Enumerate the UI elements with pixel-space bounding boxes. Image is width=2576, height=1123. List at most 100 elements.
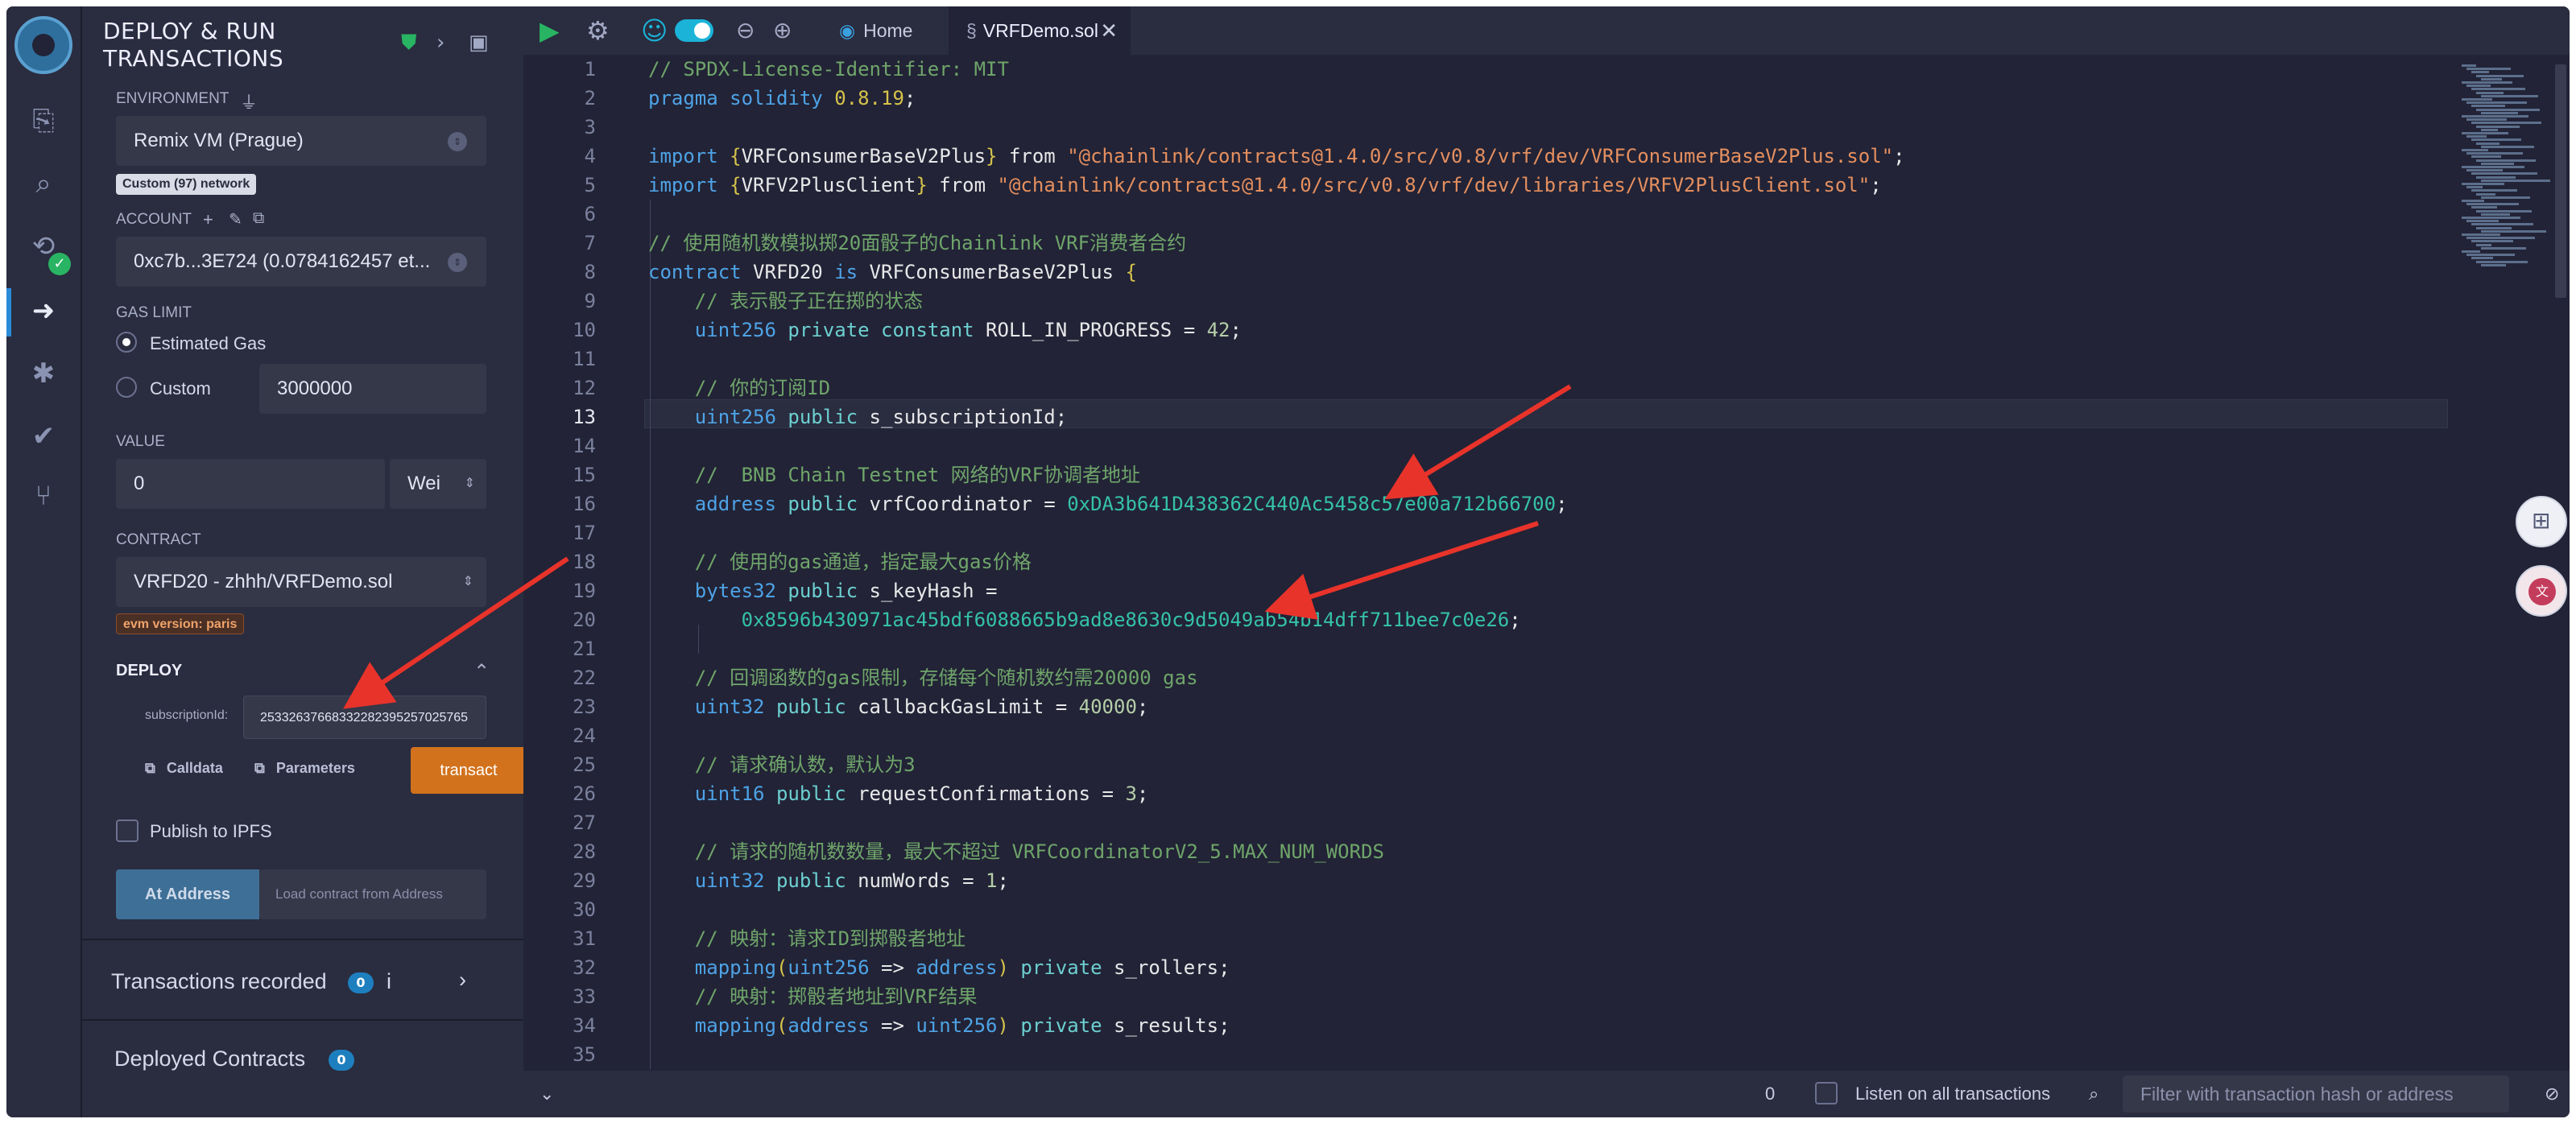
- custom-gas-radio[interactable]: [116, 377, 137, 398]
- code-line: // 请求确认数，默认为3: [694, 753, 916, 776]
- search-icon[interactable]: ⌕: [27, 167, 60, 200]
- transaction-filter-input[interactable]: Filter with transaction hash or address: [2123, 1076, 2509, 1113]
- editor-minimap[interactable]: [2462, 64, 2550, 274]
- deploy-run-icon[interactable]: ➜: [27, 295, 60, 327]
- listen-all-checkbox[interactable]: [1815, 1082, 1838, 1104]
- code-line: // 使用的gas通道，指定最大gas价格: [694, 551, 1032, 573]
- unit-test-icon[interactable]: ✔: [27, 420, 60, 452]
- solidity-file-icon: §: [966, 20, 977, 41]
- deployed-contracts-label[interactable]: Deployed Contracts: [114, 1047, 305, 1071]
- evm-version-tag: evm version: paris: [116, 613, 245, 634]
- minimap-line: [2462, 149, 2488, 151]
- publish-ipfs-label: Publish to IPFS: [150, 821, 272, 841]
- panel-title-line2: TRANSACTIONS: [103, 45, 284, 72]
- chevron-right-icon[interactable]: ›: [436, 31, 444, 55]
- tab-home[interactable]: ◉ Home: [823, 6, 928, 55]
- minimap-line: [2466, 237, 2535, 240]
- minimap-line: [2471, 155, 2501, 159]
- publish-ipfs-checkbox[interactable]: [116, 820, 139, 842]
- minimap-line: [2471, 88, 2525, 91]
- tab-vrfdemo[interactable]: § VRFDemo.sol ✕: [949, 6, 1131, 55]
- edit-account-icon[interactable]: ✎: [229, 209, 242, 229]
- minimap-line: [2481, 263, 2506, 266]
- debugger-icon[interactable]: ✱: [27, 357, 60, 390]
- plug-icon[interactable]: ⏚: [240, 89, 258, 114]
- line-number: 4: [584, 145, 596, 167]
- value-input[interactable]: 0: [116, 459, 385, 509]
- remix-logo-icon[interactable]: [14, 16, 72, 74]
- minimap-line: [2462, 132, 2508, 134]
- environment-select[interactable]: Remix VM (Prague) ⇕: [116, 116, 486, 166]
- line-number: 28: [573, 840, 596, 863]
- code-line: uint32 public numWords = 1;: [694, 869, 1009, 892]
- translate-button[interactable]: 文: [2516, 565, 2567, 617]
- layout-grid-button[interactable]: ⊞: [2516, 496, 2567, 547]
- minimap-line: [2466, 203, 2519, 206]
- section-divider: [82, 1019, 525, 1021]
- copy-icon: ⧉: [145, 760, 155, 776]
- line-number: 3: [584, 116, 596, 138]
- minimap-line: [2466, 135, 2487, 138]
- minimap-line: [2462, 64, 2476, 67]
- code-editor[interactable]: 1 2 3 4 5 6 7 8 9 10 11 12 13 14 15 16 17 18 19 20 21 22 23 24 2…: [523, 55, 2570, 1071]
- panel-title-line1: DEPLOY & RUN: [103, 18, 276, 44]
- ai-robot-icon[interactable]: ☺: [641, 16, 668, 45]
- section-divider: [82, 939, 525, 940]
- contract-select[interactable]: VRFD20 - zhhh/VRFDemo.sol ⇕: [116, 557, 486, 607]
- code-line: // 回调函数的gas限制，存储每个随机数约需20000 gas: [694, 667, 1198, 689]
- network-tag: Custom (97) network: [116, 174, 257, 195]
- close-tab-icon[interactable]: ✕: [1100, 6, 1118, 55]
- expand-terminal-icon[interactable]: ⌄: [540, 1071, 554, 1117]
- minimap-line: [2481, 94, 2538, 97]
- minimap-line: [2481, 111, 2518, 114]
- minimap-line: [2466, 220, 2499, 223]
- line-number: 11: [573, 348, 596, 370]
- line-number: 30: [573, 898, 596, 921]
- estimated-gas-radio[interactable]: [116, 332, 137, 353]
- editor-scrollbar[interactable]: [2555, 64, 2566, 298]
- grid-icon: ⊞: [2532, 507, 2551, 534]
- account-select[interactable]: 0xc7b...3E724 (0.0784162457 et... ⇕: [116, 237, 486, 287]
- load-contract-address-input[interactable]: Load contract from Address: [259, 869, 486, 919]
- zoom-in-icon[interactable]: ⊕: [773, 16, 792, 45]
- code-line: mapping(address => uint256) private s_re…: [694, 1014, 1230, 1037]
- parameters-label: Parameters: [275, 760, 355, 776]
- line-number-gutter: 1 2 3 4 5 6 7 8 9 10 11 12 13 14 15 16 17 18 19 20 21 22 23 24 2…: [523, 55, 612, 1071]
- run-script-icon[interactable]: ▶: [540, 16, 560, 45]
- subscription-id-input[interactable]: 25332637668332282395257025765: [243, 696, 486, 739]
- gas-limit-input[interactable]: 3000000: [259, 364, 486, 414]
- git-icon[interactable]: ⑂: [27, 480, 60, 512]
- transact-button[interactable]: transact: [411, 747, 527, 794]
- transactions-recorded-label[interactable]: Transactions recorded: [111, 969, 327, 994]
- copy-account-icon[interactable]: ⧉: [253, 209, 264, 228]
- code-line: uint16 public requestConfirmations = 3;: [694, 782, 1149, 805]
- line-number: 14: [573, 435, 596, 457]
- minimap-line: [2476, 209, 2532, 213]
- at-address-button[interactable]: At Address: [116, 869, 259, 919]
- line-number: 2: [584, 87, 596, 109]
- minimap-line: [2462, 98, 2492, 101]
- value-unit-select[interactable]: Wei ⇕: [390, 459, 486, 509]
- minimap-line: [2466, 254, 2515, 257]
- code-line: // 使用随机数模拟掷20面骰子的Chainlink VRF消费者合约: [648, 232, 1187, 254]
- minimap-line: [2462, 250, 2480, 253]
- file-explorer-icon[interactable]: ⎘: [27, 105, 60, 137]
- code-line: // SPDX-License-Identifier: MIT: [648, 58, 1009, 81]
- chevron-right-icon[interactable]: ›: [459, 968, 466, 993]
- add-account-icon[interactable]: +: [203, 209, 213, 230]
- select-arrows-icon: ⇕: [448, 253, 467, 272]
- minimap-line: [2466, 85, 2491, 88]
- minimap-line: [2476, 192, 2495, 196]
- zoom-out-icon[interactable]: ⊖: [736, 16, 755, 45]
- parameters-button[interactable]: ⧉ Parameters: [254, 760, 355, 777]
- calldata-button[interactable]: ⧉ Calldata: [145, 760, 223, 777]
- clear-console-icon[interactable]: ⊘: [2545, 1071, 2559, 1117]
- info-icon[interactable]: i: [387, 969, 391, 994]
- settings-gear-icon[interactable]: ⚙: [586, 16, 610, 45]
- line-number: 24: [573, 725, 596, 747]
- minimap-line: [2466, 169, 2503, 172]
- ai-copilot-toggle[interactable]: [675, 19, 713, 42]
- collapse-icon[interactable]: ⌃: [473, 660, 490, 683]
- tab-home-label: Home: [863, 20, 913, 41]
- toggle-panel-icon[interactable]: ▣: [469, 31, 489, 55]
